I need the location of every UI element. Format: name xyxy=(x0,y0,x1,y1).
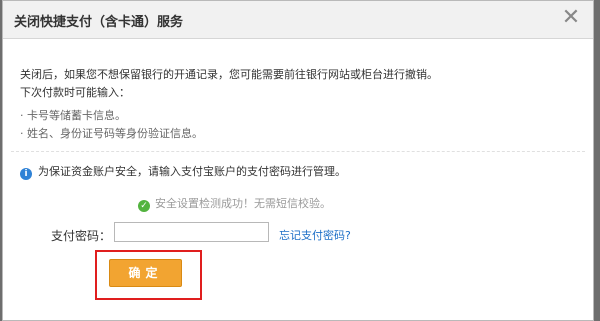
security-notice: i 为保证资金账户安全，请输入支付宝账户的支付密码进行管理。 xyxy=(20,163,346,180)
close-quick-pay-dialog: 关闭快捷支付（含卡通）服务 ✕ 关闭后，如果您不想保留银行的开通记录，您可能需要… xyxy=(2,0,594,321)
dialog-title: 关闭快捷支付（含卡通）服务 xyxy=(14,15,184,30)
check-icon: ✓ xyxy=(138,200,150,212)
bullet-identity-info: · 姓名、身份证号码等身份验证信息。 xyxy=(20,127,203,140)
security-check-status: ✓ 安全设置检测成功！无需短信校验。 xyxy=(138,195,331,212)
info-line-2: 下次付款时可能输入： xyxy=(20,86,130,99)
security-check-text: 安全设置检测成功！无需短信校验。 xyxy=(155,197,331,210)
close-icon[interactable]: ✕ xyxy=(559,6,583,30)
info-line-1: 关闭后，如果您不想保留银行的开通记录，您可能需要前往银行网站或柜台进行撤销。 xyxy=(20,68,438,81)
confirm-button[interactable]: 确定 xyxy=(109,259,182,287)
dialog-body: 关闭后，如果您不想保留银行的开通记录，您可能需要前往银行网站或柜台进行撤销。 下… xyxy=(3,39,593,320)
divider xyxy=(11,151,585,152)
bullet-card-info: · 卡号等储蓄卡信息。 xyxy=(20,109,126,122)
dialog-header: 关闭快捷支付（含卡通）服务 ✕ xyxy=(3,1,593,39)
password-label: 支付密码： xyxy=(51,229,112,243)
forgot-password-link[interactable]: 忘记支付密码? xyxy=(279,227,351,243)
password-field[interactable] xyxy=(114,222,269,242)
security-notice-text: 为保证资金账户安全，请输入支付宝账户的支付密码进行管理。 xyxy=(38,165,346,178)
info-icon: i xyxy=(20,168,32,180)
